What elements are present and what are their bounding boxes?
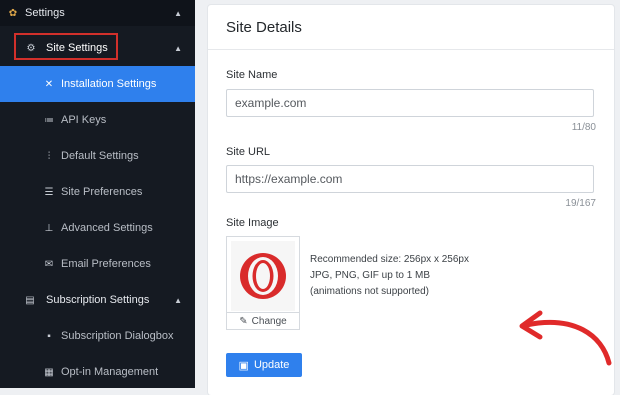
opera-logo-icon bbox=[240, 253, 286, 299]
sidebar-item-label: Subscription Dialogbox bbox=[61, 330, 174, 342]
site-image-label: Site Image bbox=[226, 217, 279, 229]
change-label: Change bbox=[251, 316, 287, 327]
page-title: Site Details bbox=[226, 19, 302, 36]
image-preview-area bbox=[231, 241, 295, 311]
sliders-horizontal-icon: ☰ bbox=[44, 186, 54, 198]
chevron-up-icon[interactable]: ▲ bbox=[174, 296, 182, 305]
chevron-up-icon[interactable]: ▲ bbox=[174, 9, 182, 18]
site-name-counter: 11/80 bbox=[571, 122, 596, 133]
sidebar-item-installation-settings[interactable]: ✕ Installation Settings bbox=[0, 66, 195, 102]
sidebar-item-site-preferences[interactable]: ☰ Site Preferences bbox=[0, 174, 195, 210]
tools-icon: ✕ bbox=[44, 78, 54, 90]
sidebar-item-label: Site Preferences bbox=[61, 186, 143, 198]
image-requirements: Recommended size: 256px x 256px JPG, PNG… bbox=[310, 252, 469, 300]
sidebar-section-subscription-settings[interactable]: ▤ Subscription Settings ▲ bbox=[0, 282, 195, 318]
site-image-preview: ✎ Change bbox=[226, 236, 300, 330]
site-url-value: https://example.com bbox=[235, 172, 343, 186]
pencil-icon: ✎ bbox=[239, 316, 248, 327]
sidebar: ✿ Settings ▲ ⚙ Site Settings ▲ ✕ Install… bbox=[0, 0, 195, 388]
sidebar-header-settings[interactable]: ✿ Settings ▲ bbox=[0, 0, 195, 26]
sidebar-item-default-settings[interactable]: ⫶ Default Settings bbox=[0, 138, 195, 174]
sidebar-section-label: Subscription Settings bbox=[46, 294, 150, 306]
site-url-counter: 19/167 bbox=[565, 198, 596, 209]
gear-outline-icon: ⚙ bbox=[26, 42, 36, 54]
site-name-input[interactable]: example.com bbox=[226, 89, 594, 117]
update-button[interactable]: ▣ Update bbox=[226, 353, 302, 377]
image-info-animation: (animations not supported) bbox=[310, 286, 429, 297]
sliders-icon: ⫶ bbox=[47, 150, 51, 162]
change-image-button[interactable]: ✎ Change bbox=[227, 312, 299, 330]
sidebar-item-label: Opt-in Management bbox=[61, 366, 159, 378]
site-url-input[interactable]: https://example.com bbox=[226, 165, 594, 193]
sidebar-item-label: API Keys bbox=[61, 114, 107, 126]
site-url-label: Site URL bbox=[226, 146, 271, 158]
sidebar-item-advanced-settings[interactable]: ⊥ Advanced Settings bbox=[0, 210, 195, 246]
divider bbox=[208, 49, 614, 50]
save-icon: ▣ bbox=[238, 359, 249, 372]
chevron-up-icon[interactable]: ▲ bbox=[174, 44, 182, 53]
update-label: Update bbox=[253, 359, 290, 371]
sidebar-section-label: Site Settings bbox=[46, 42, 108, 54]
image-info-size: Recommended size: 256px x 256px bbox=[310, 254, 469, 265]
envelope-icon: ✉ bbox=[44, 258, 54, 270]
sidebar-section-site-settings[interactable]: ⚙ Site Settings ▲ bbox=[0, 30, 195, 66]
annotation-arrow-icon bbox=[519, 310, 612, 366]
sidebar-item-label: Installation Settings bbox=[61, 78, 157, 90]
sidebar-header-label: Settings bbox=[25, 7, 65, 19]
key-list-icon: ≔ bbox=[44, 114, 54, 126]
sidebar-item-subscription-dialogbox[interactable]: ▪ Subscription Dialogbox bbox=[0, 318, 195, 354]
grid-icon: ▦ bbox=[44, 366, 54, 378]
sidebar-item-api-keys[interactable]: ≔ API Keys bbox=[0, 102, 195, 138]
sidebar-item-opt-in-management[interactable]: ▦ Opt-in Management bbox=[0, 354, 195, 390]
image-info-formats: JPG, PNG, GIF up to 1 MB bbox=[310, 270, 431, 281]
sidebar-item-label: Email Preferences bbox=[61, 258, 151, 270]
sidebar-item-label: Advanced Settings bbox=[61, 222, 153, 234]
sidebar-item-label: Default Settings bbox=[61, 150, 139, 162]
document-icon: ▤ bbox=[25, 294, 35, 306]
site-details-card: Site Details Site Name example.com 11/80… bbox=[208, 5, 614, 395]
gear-icon: ✿ bbox=[8, 7, 18, 19]
site-name-label: Site Name bbox=[226, 69, 278, 81]
comment-icon: ▪ bbox=[47, 330, 51, 342]
site-name-value: example.com bbox=[235, 96, 307, 110]
sitemap-icon: ⊥ bbox=[44, 222, 54, 234]
sidebar-item-email-preferences[interactable]: ✉ Email Preferences bbox=[0, 246, 195, 282]
